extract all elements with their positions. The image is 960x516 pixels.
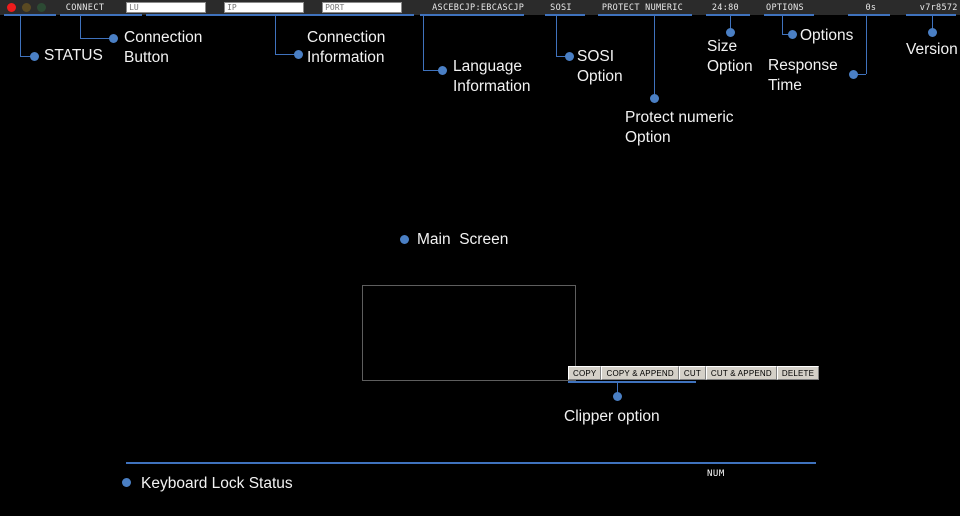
ip-input[interactable]	[224, 2, 305, 13]
annotation-keyboard-lock-status: Keyboard Lock Status	[141, 475, 293, 492]
dot-connection-information	[294, 50, 303, 59]
status-led-red	[7, 3, 16, 12]
leader-protect-vertical	[654, 16, 655, 98]
language-information-label[interactable]: ASCEBCJP:EBCASCJP	[432, 3, 524, 13]
underline-connect	[60, 14, 142, 16]
lu-input[interactable]	[126, 2, 207, 13]
leader-status-vertical	[20, 16, 21, 56]
annotation-language-information: Language Information	[453, 58, 531, 95]
leader-connect-horizontal	[80, 38, 112, 39]
annotation-main-screen: Main Screen	[417, 231, 509, 248]
dot-status	[30, 52, 39, 61]
dot-sosi-option	[565, 52, 574, 61]
underline-language	[420, 14, 524, 16]
version-label: v7r8572	[919, 2, 958, 13]
status-led-green	[37, 3, 46, 12]
options-button[interactable]: OPTIONS	[764, 3, 807, 13]
annotation-protect-numeric-option: Protect numeric Option	[625, 109, 734, 146]
underline-clipper	[568, 381, 696, 383]
leader-options-vertical	[782, 16, 783, 34]
leader-response-vertical	[866, 16, 867, 74]
status-led-yellow	[22, 3, 31, 12]
dot-version	[928, 28, 937, 37]
dot-clipper-option	[613, 392, 622, 401]
dot-language-information	[438, 66, 447, 75]
num-lock-indicator: NUM	[707, 469, 725, 479]
clipper-delete-button[interactable]: DELETE	[776, 366, 820, 380]
leader-connect-vertical	[80, 16, 81, 38]
clipper-copy-button[interactable]: COPY	[568, 366, 602, 380]
leader-language-vertical	[423, 16, 424, 70]
sosi-option-button[interactable]: SOSI	[542, 3, 580, 13]
status-bar-rule	[126, 462, 816, 464]
leader-sosi-vertical	[556, 16, 557, 56]
clipper-menu: COPY COPY & APPEND CUT CUT & APPEND DELE…	[568, 366, 820, 380]
connect-button[interactable]: CONNECT	[54, 3, 116, 13]
dot-response-time	[849, 70, 858, 79]
underline-version	[906, 14, 956, 16]
underline-options	[764, 14, 814, 16]
annotation-version: Version	[906, 41, 958, 58]
dot-keyboard-lock-status	[122, 478, 131, 487]
clipper-cut-append-button[interactable]: CUT & APPEND	[705, 366, 777, 380]
underline-connection-info	[146, 14, 414, 16]
status-led-group	[0, 3, 54, 12]
underline-status	[4, 14, 56, 16]
annotation-status: STATUS	[44, 47, 103, 64]
annotation-sosi-option: SOSI Option	[577, 48, 623, 85]
underline-protect	[598, 14, 692, 16]
annotation-connection-information: Connection Information	[307, 29, 386, 66]
port-input[interactable]	[322, 2, 403, 13]
clipper-cut-button[interactable]: CUT	[678, 366, 706, 380]
annotation-clipper-option: Clipper option	[564, 408, 660, 425]
underline-size	[706, 14, 750, 16]
dot-main-screen	[400, 235, 409, 244]
response-time-value: 0s	[865, 2, 877, 13]
main-screen[interactable]	[362, 285, 576, 381]
dot-protect-numeric-option	[650, 94, 659, 103]
leader-conninfo-vertical	[275, 16, 276, 54]
dot-options	[788, 30, 797, 39]
top-toolbar: CONNECT ASCEBCJP:EBCASCJP SOSI PROTECT N…	[0, 0, 960, 15]
dot-connection-button	[109, 34, 118, 43]
annotation-connection-button: Connection Button	[124, 29, 203, 66]
annotation-response-time: Response Time	[768, 57, 838, 94]
protect-numeric-option-button[interactable]: PROTECT NUMERIC	[602, 3, 683, 13]
annotation-size-option: Size Option	[707, 38, 753, 75]
underline-response-time	[848, 14, 890, 16]
clipper-copy-append-button[interactable]: COPY & APPEND	[601, 366, 679, 380]
underline-sosi	[545, 14, 585, 16]
size-option-button[interactable]: 24:80	[709, 3, 742, 13]
annotation-options: Options	[800, 27, 854, 44]
dot-size-option	[726, 28, 735, 37]
